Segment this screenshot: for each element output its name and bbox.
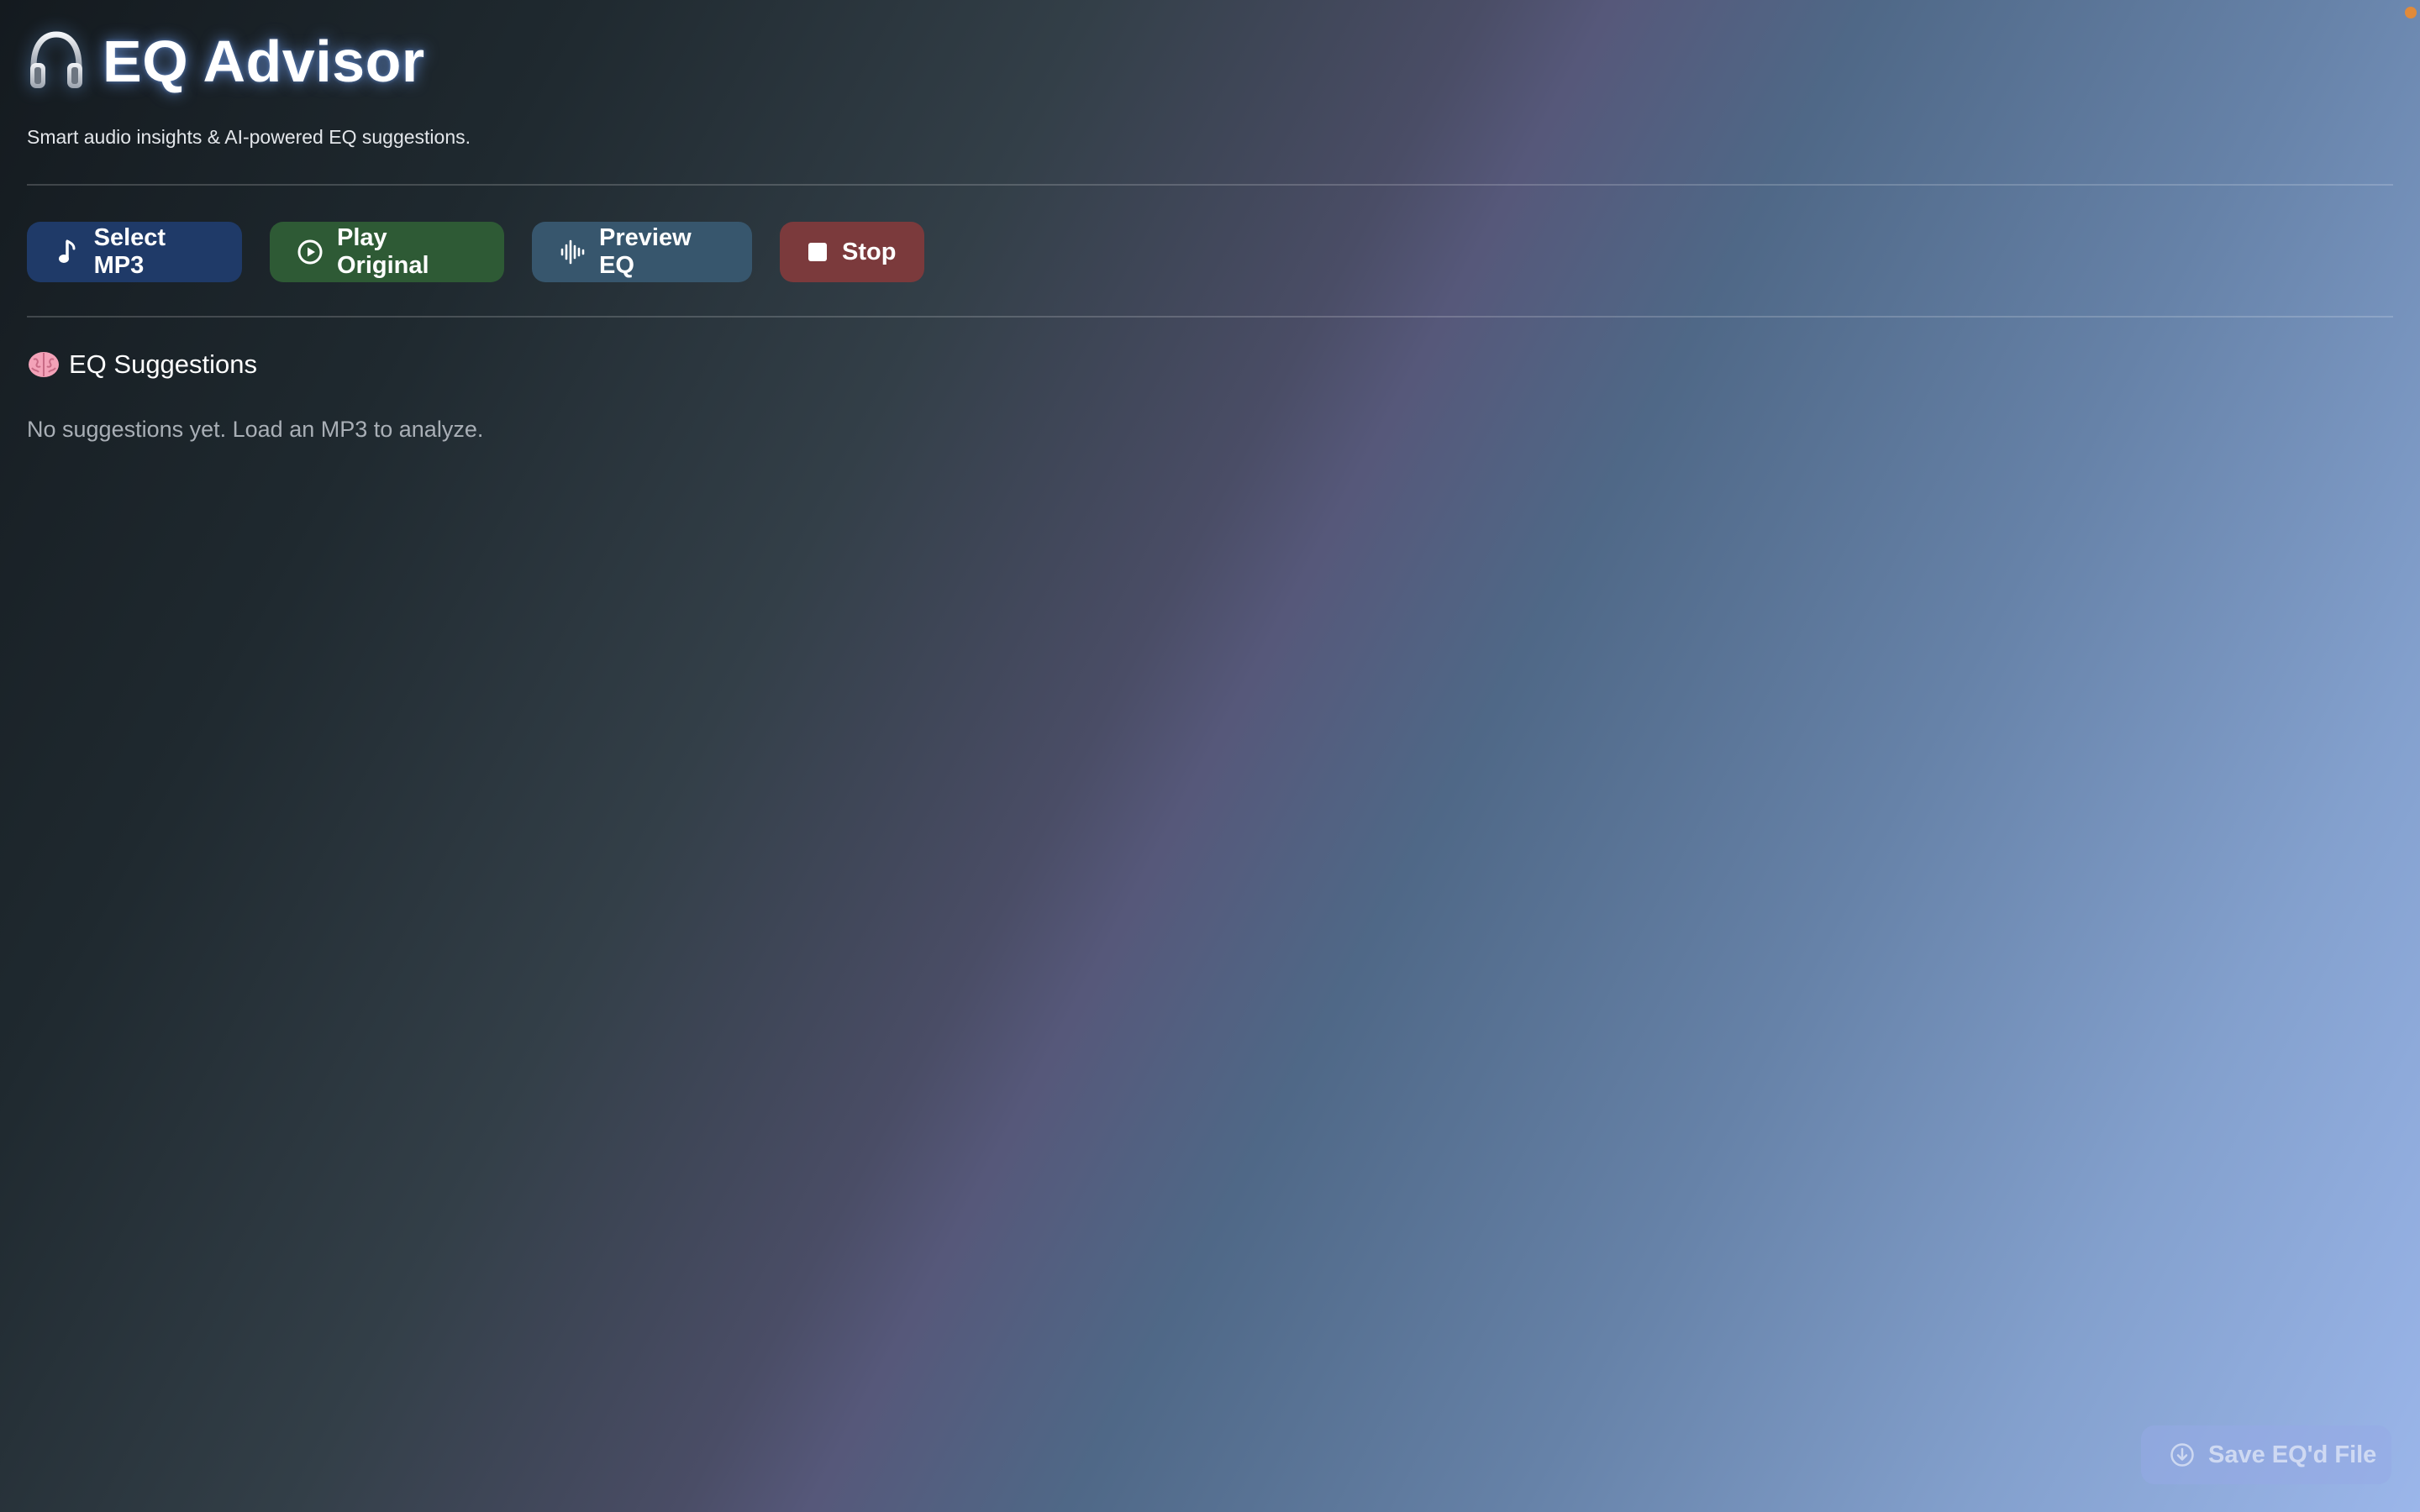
header-divider [27, 184, 2393, 186]
select-mp3-button[interactable]: Select MP3 [27, 222, 242, 282]
save-eq-file-label: Save EQ'd File [2208, 1441, 2377, 1468]
empty-suggestions-message: No suggestions yet. Load an MP3 to analy… [27, 417, 484, 442]
select-mp3-label: Select MP3 [93, 224, 166, 279]
toolbar: Select MP3 Play Original Preview EQ Stop [27, 222, 924, 282]
app-subtitle: Smart audio insights & AI-powered EQ sug… [27, 126, 471, 148]
title-row: EQ Advisor [27, 24, 425, 99]
headphones-icon [30, 31, 82, 88]
eq-suggestions-title: EQ Suggestions [69, 349, 258, 379]
brain-icon [29, 352, 59, 377]
preview-eq-button[interactable]: Preview EQ [532, 222, 752, 282]
preview-eq-label: Preview EQ [599, 224, 692, 279]
eq-suggestions-header: EQ Suggestions [27, 349, 257, 380]
stop-label: Stop [842, 238, 897, 265]
stop-square-icon [807, 238, 829, 266]
play-original-label: Play Original [337, 224, 429, 279]
status-indicator-dot [2405, 7, 2417, 18]
app-header: EQ Advisor [27, 24, 425, 99]
save-eq-file-button[interactable]: Save EQ'd File [2141, 1425, 2391, 1484]
waveform-icon [559, 238, 586, 266]
music-note-icon [54, 238, 81, 266]
stop-button[interactable]: Stop [780, 222, 924, 282]
app-title: EQ Advisor [103, 29, 425, 94]
play-original-button[interactable]: Play Original [270, 222, 504, 282]
play-circle-icon [297, 238, 324, 266]
download-circle-icon [2170, 1442, 2195, 1467]
toolbar-divider [27, 316, 2393, 318]
